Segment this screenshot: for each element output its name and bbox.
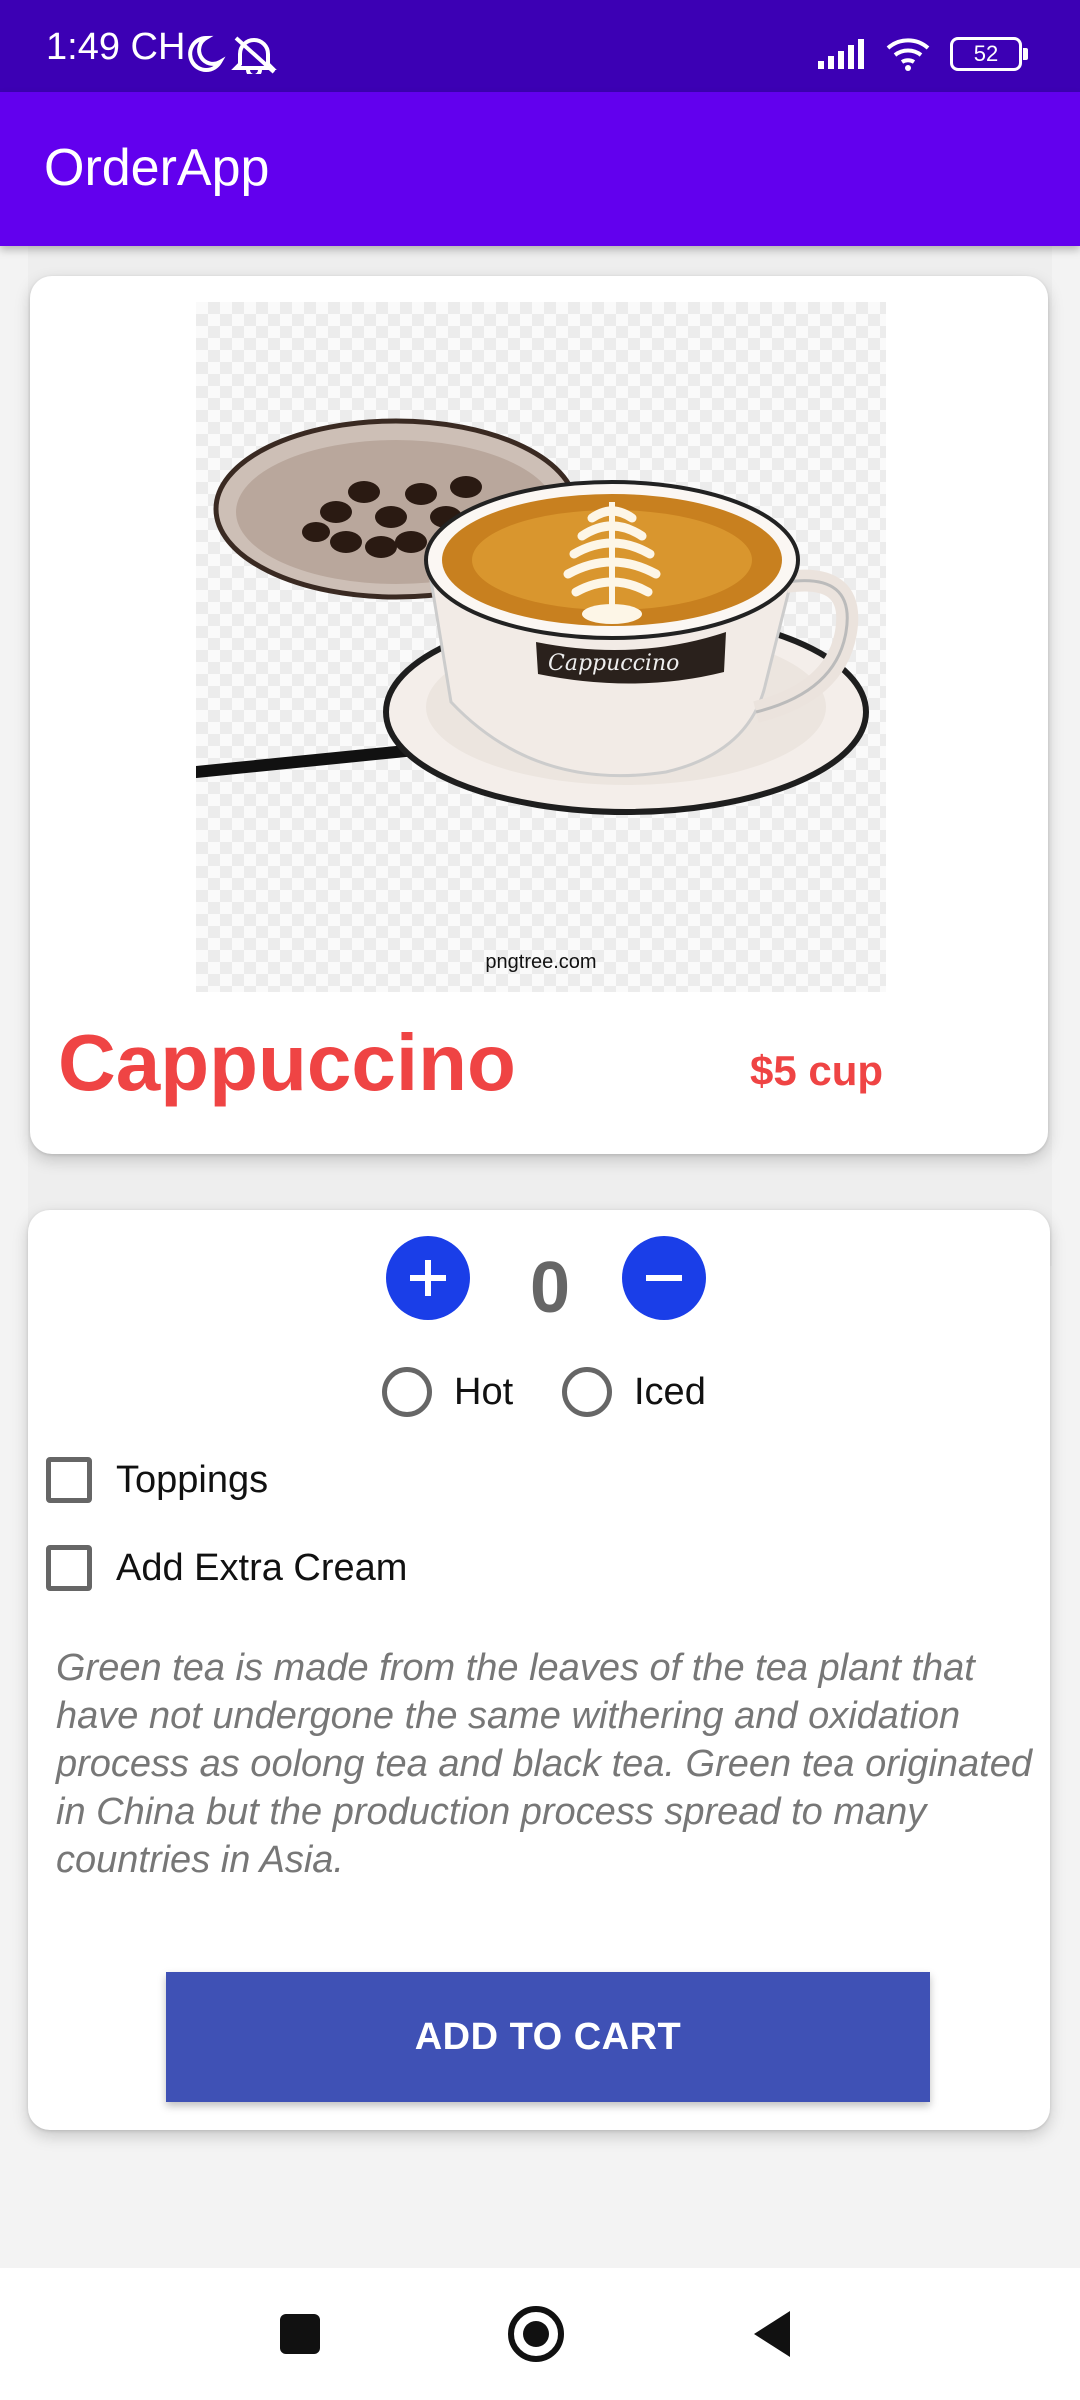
decrease-quantity-button[interactable]	[622, 1236, 706, 1320]
status-bar: 1:49 CH 52	[0, 0, 1080, 92]
radio-hot[interactable]: Hot	[382, 1362, 513, 1422]
signal-icon	[818, 39, 864, 69]
status-right-icons: 52	[818, 34, 1028, 74]
app-bar: OrderApp	[0, 92, 1080, 246]
product-description: Green tea is made from the leaves of the…	[56, 1647, 1032, 1881]
app-title: OrderApp	[44, 139, 270, 197]
radio-hot-label: Hot	[454, 1370, 514, 1413]
minus-icon	[646, 1275, 682, 1281]
back-button[interactable]	[712, 2268, 832, 2400]
wifi-icon	[886, 38, 930, 71]
cup-label-text: Cappuccino	[548, 651, 679, 676]
radio-iced-label: Iced	[634, 1370, 706, 1413]
back-triangle-icon	[754, 2311, 790, 2357]
radio-iced[interactable]: Iced	[562, 1362, 706, 1422]
status-left-icons	[182, 34, 282, 78]
notifications-off-icon	[231, 36, 277, 78]
cappuccino-image: Cappuccino	[196, 418, 869, 815]
recents-button[interactable]	[240, 2268, 360, 2400]
extra-cream-checkbox-row[interactable]: Add Extra Cream	[46, 1538, 407, 1598]
toppings-checkbox[interactable]	[46, 1457, 92, 1503]
home-button[interactable]	[476, 2268, 596, 2400]
status-time: 1:49 CH	[46, 26, 186, 68]
toppings-label: Toppings	[116, 1458, 269, 1501]
product-name: Cappuccino	[58, 1018, 516, 1107]
image-watermark: pngtree.com	[485, 951, 597, 973]
product-card: Cappuccino pngtree.com Cappuccino $5 cup	[30, 276, 1048, 1154]
radio-iced-circle[interactable]	[562, 1367, 612, 1417]
radio-hot-circle[interactable]	[382, 1367, 432, 1417]
increase-quantity-button[interactable]	[386, 1236, 470, 1320]
extra-cream-checkbox[interactable]	[46, 1545, 92, 1591]
quantity-value: 0	[529, 1248, 571, 1328]
product-price: $5 cup	[750, 1047, 884, 1094]
options-card: 0 Hot Iced Toppings Add Extra Cream Gree…	[28, 1210, 1050, 2130]
recents-square-icon	[280, 2314, 320, 2354]
moon-icon	[188, 35, 226, 72]
product-image: Cappuccino pngtree.com	[196, 302, 886, 992]
toppings-checkbox-row[interactable]: Toppings	[46, 1450, 268, 1510]
extra-cream-label: Add Extra Cream	[116, 1546, 408, 1589]
battery-icon: 52	[950, 37, 1028, 71]
add-to-cart-button[interactable]: ADD TO CART	[166, 1972, 930, 2102]
plus-icon	[410, 1260, 446, 1296]
home-circle-icon	[508, 2306, 564, 2362]
navigation-bar	[0, 2268, 1080, 2400]
